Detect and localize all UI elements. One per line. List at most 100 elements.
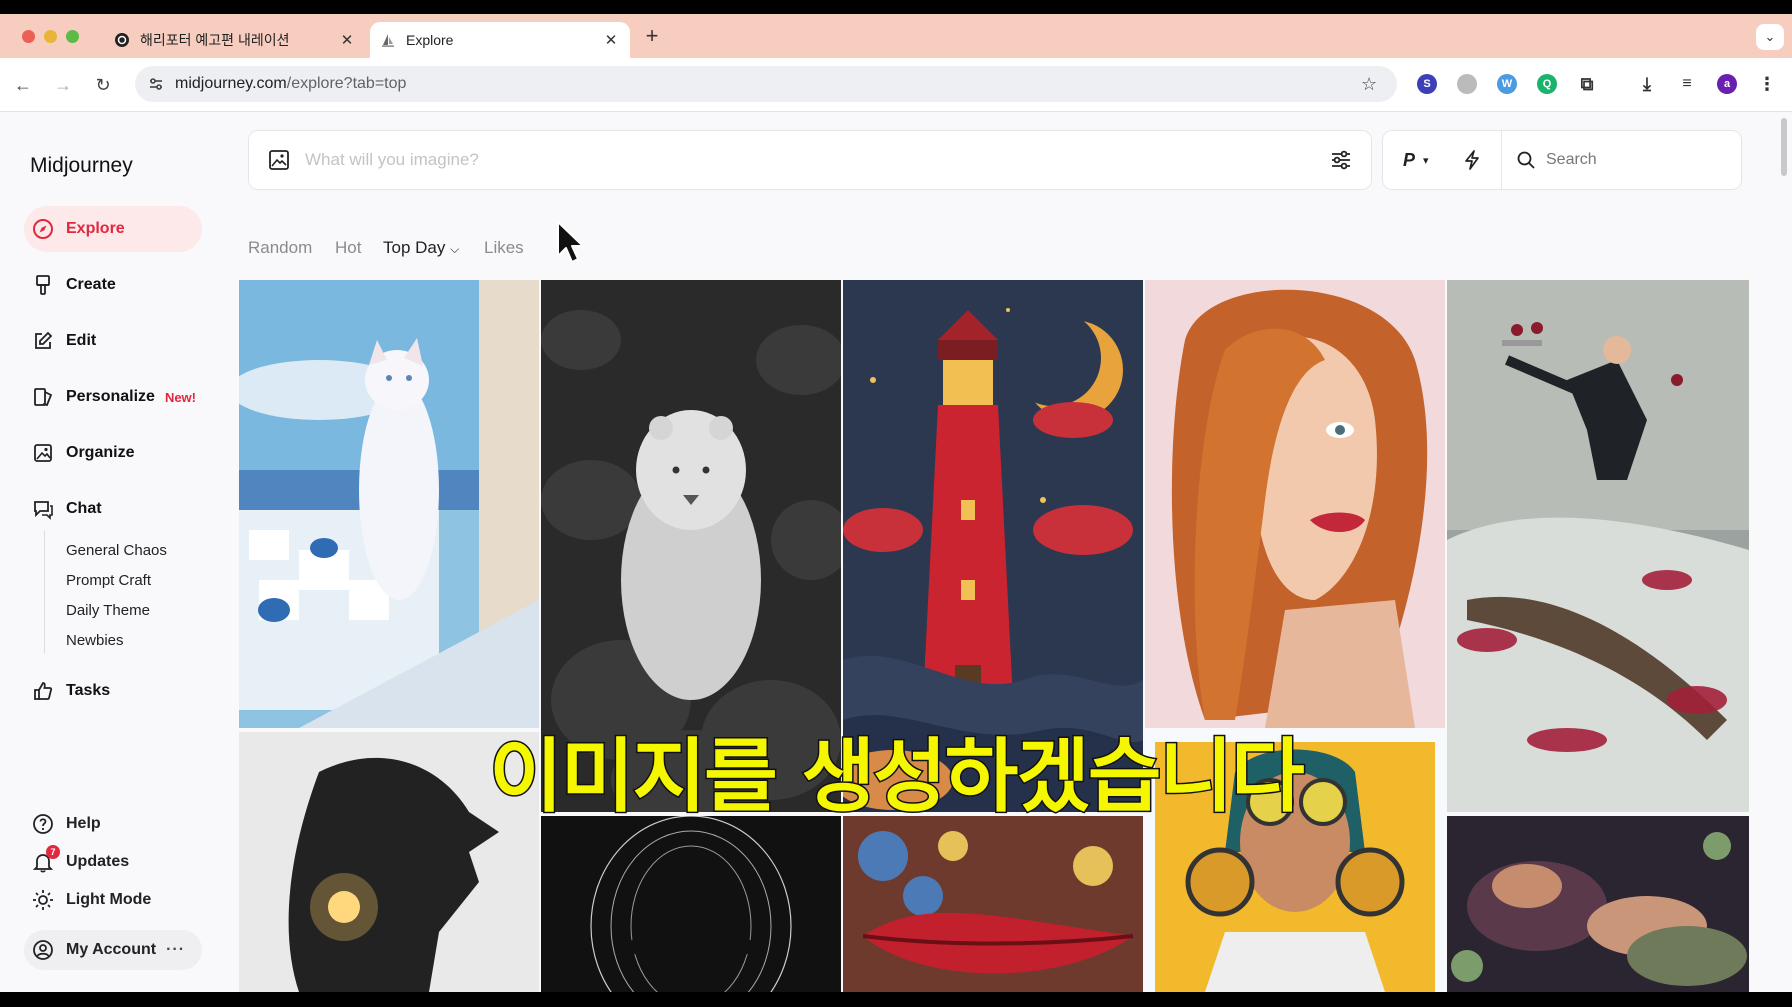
tools-bar: P ▾ xyxy=(1382,130,1742,190)
address-bar[interactable]: midjourney.com/explore?tab=top ☆ xyxy=(135,66,1397,102)
close-tab-icon[interactable]: ✕ xyxy=(600,31,622,49)
page-scrollbar[interactable] xyxy=(1781,118,1787,176)
chevron-down-icon: ▾ xyxy=(1423,154,1429,167)
more-options-icon[interactable]: ··· xyxy=(166,941,185,959)
chat-rooms-divider xyxy=(44,530,45,654)
download-icon[interactable]: ⤓ xyxy=(1637,74,1657,94)
brand-logo[interactable]: Midjourney xyxy=(30,154,133,178)
my-account-button[interactable]: My Account ··· xyxy=(24,930,202,970)
extension-q-icon[interactable]: Q xyxy=(1537,74,1557,94)
page: Midjourney Explore Create Edit Personali… xyxy=(0,112,1792,992)
url-path: /explore?tab=top xyxy=(286,75,407,92)
brush-icon xyxy=(32,274,54,296)
close-tab-icon[interactable]: ✕ xyxy=(336,31,358,49)
chat-icon xyxy=(32,498,54,520)
tab-title: Explore xyxy=(406,32,454,48)
sidebar-item-label: Chat xyxy=(66,500,102,517)
search-icon xyxy=(1516,150,1536,170)
personalization-dropdown[interactable]: P ▾ xyxy=(1403,150,1457,171)
filter-random[interactable]: Random xyxy=(248,238,312,258)
new-tab-button[interactable]: + xyxy=(640,24,664,48)
p-label: P xyxy=(1403,149,1416,170)
tab-search-button[interactable]: ⌄ xyxy=(1756,24,1784,50)
lightning-bolt-icon[interactable] xyxy=(1457,150,1487,170)
sidebar-item-label: Explore xyxy=(66,220,125,237)
account-label: My Account xyxy=(66,941,157,958)
video-subtitle: 이미지를 생성하겠습니다 xyxy=(488,729,1306,825)
sidebar-item-create[interactable]: Create xyxy=(24,262,202,308)
extension-cloud-icon[interactable] xyxy=(1457,74,1477,94)
prompt-bar xyxy=(248,130,1372,190)
sidebar-item-tasks[interactable]: Tasks xyxy=(24,668,202,714)
chat-room-prompt-craft[interactable]: Prompt Craft xyxy=(66,572,151,589)
bookmark-star-icon[interactable]: ☆ xyxy=(1361,74,1383,95)
browser-menu-icon[interactable]: ⋮ xyxy=(1757,74,1777,94)
compass-icon xyxy=(32,218,54,240)
midjourney-sail-icon xyxy=(380,32,396,48)
personalize-icon xyxy=(32,386,54,408)
image-upload-icon[interactable] xyxy=(267,148,291,172)
minimize-window-button[interactable] xyxy=(44,30,57,43)
tab-harrypotter[interactable]: 해리포터 예고편 내레이션 ✕ xyxy=(104,22,366,58)
updates-label: Updates xyxy=(66,853,130,870)
url-text: midjourney.com/explore?tab=top xyxy=(175,75,1361,93)
sidebar-item-personalize[interactable]: Personalize New! xyxy=(24,374,202,420)
zoom-window-button[interactable] xyxy=(66,30,79,43)
sidebar-item-explore[interactable]: Explore xyxy=(24,206,202,252)
reload-button[interactable]: ↻ xyxy=(90,72,116,98)
gallery-image-lips[interactable] xyxy=(843,816,1143,992)
extension-w-icon[interactable]: W xyxy=(1497,74,1517,94)
filter-top-day-label: Top Day xyxy=(383,238,446,257)
prompt-input[interactable] xyxy=(305,150,1327,170)
sun-icon xyxy=(32,889,54,911)
chat-room-daily-theme[interactable]: Daily Theme xyxy=(66,602,150,619)
sidebar-item-label: Personalize xyxy=(66,388,155,405)
profile-avatar[interactable]: a xyxy=(1717,74,1737,94)
extension-s-icon[interactable]: S xyxy=(1417,74,1437,94)
new-badge: New! xyxy=(164,389,196,405)
filter-hot[interactable]: Hot xyxy=(335,238,361,258)
chevron-down-icon: ⌵ xyxy=(450,242,460,256)
gallery-image-line-face[interactable] xyxy=(541,816,841,992)
top-letterbox xyxy=(0,0,1792,14)
url-host: midjourney.com xyxy=(175,75,287,92)
chat-room-newbies[interactable]: Newbies xyxy=(66,632,124,649)
tab-title: 해리포터 예고편 내레이션 xyxy=(140,32,290,48)
gallery-image-white-cat[interactable] xyxy=(239,280,539,728)
sidebar-item-label: Tasks xyxy=(66,682,111,699)
media-control-icon[interactable]: ≡ xyxy=(1677,74,1697,94)
gallery-image-redhead[interactable] xyxy=(1145,280,1445,728)
edit-icon xyxy=(32,330,54,352)
image-icon xyxy=(32,442,54,464)
sidebar-item-organize[interactable]: Organize xyxy=(24,430,202,476)
gallery-image-sleeping-couple[interactable] xyxy=(1447,816,1749,992)
back-button[interactable]: ← xyxy=(10,72,36,98)
tools-divider xyxy=(1501,130,1502,190)
filter-likes[interactable]: Likes xyxy=(484,238,524,258)
tab-explore[interactable]: Explore ✕ xyxy=(370,22,630,58)
extensions-puzzle-icon[interactable]: ⧉ xyxy=(1577,74,1597,94)
sidebar-item-edit[interactable]: Edit xyxy=(24,318,202,364)
close-window-button[interactable] xyxy=(22,30,35,43)
forward-button[interactable]: → xyxy=(50,72,76,98)
screen: 해리포터 예고편 내레이션 ✕ Explore ✕ + ⌄ ← → ↻ midj… xyxy=(0,0,1792,1007)
user-circle-icon xyxy=(32,939,54,961)
site-settings-icon[interactable] xyxy=(147,75,165,93)
openai-icon xyxy=(114,32,130,48)
light-mode-label: Light Mode xyxy=(66,891,152,908)
sidebar-item-chat[interactable]: Chat xyxy=(24,486,202,532)
sidebar-item-label: Create xyxy=(66,276,116,293)
filter-top-day[interactable]: Top Day ⌵ xyxy=(383,238,459,258)
sidebar-item-label: Edit xyxy=(66,332,97,349)
chat-room-general-chaos[interactable]: General Chaos xyxy=(66,542,167,559)
bottom-letterbox xyxy=(0,992,1792,1007)
settings-sliders-icon[interactable] xyxy=(1327,146,1355,174)
search-input[interactable] xyxy=(1546,151,1696,169)
sidebar-item-label: Organize xyxy=(66,444,135,461)
mouse-cursor xyxy=(556,220,586,269)
updates-link[interactable]: 7 Updates xyxy=(24,844,129,880)
light-mode-toggle[interactable]: Light Mode xyxy=(24,882,151,918)
bell-icon: 7 xyxy=(32,845,60,873)
thumbs-up-icon xyxy=(32,680,54,702)
updates-count-badge: 7 xyxy=(46,845,60,859)
